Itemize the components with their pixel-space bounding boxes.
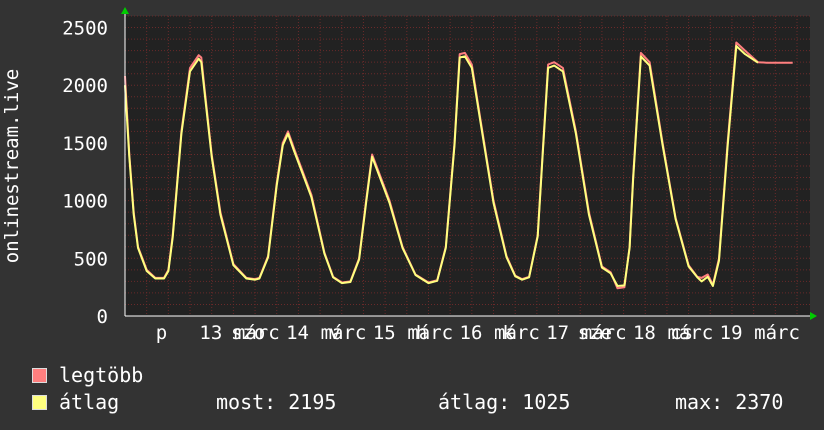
legend-label-max: legtöbb [59,363,144,387]
x-tick-label: 17 [546,322,569,344]
x-tick-label: v [329,322,340,344]
legend-swatch-max [32,367,47,383]
y-tick-label: 500 [74,248,108,270]
y-tick-label: 2500 [62,18,108,40]
x-tick-label: 19 [720,322,743,344]
x-tick-label: 13 [199,322,222,344]
x-tick-label: szo [231,322,265,344]
y-tick-label: 0 [97,306,108,328]
x-axis-arrow [810,312,817,320]
x-tick-label: p [156,322,167,344]
x-tick-label: márc [321,322,367,344]
stat-average: átlag: 1025 [438,390,571,414]
x-tick-label: h [416,322,427,344]
x-tick-label: sze [578,322,612,344]
y-tick-label: 1000 [62,191,108,213]
x-tick-label: 18 [633,322,656,344]
y-axis-label: onlinestream.live [1,69,23,263]
x-tick-label: márc [494,322,540,344]
x-tick-label: márc [407,322,453,344]
stat-max: max: 2370 [675,390,784,414]
x-axis-ticks: p 13 márcszo 14 márcv 15 márch 16 márck 17 márcsze… [156,322,800,344]
x-tick-label: k [503,322,515,344]
x-tick-label: 16 [460,322,483,344]
y-axis-ticks: 0 500 1000 1500 2000 2500 [62,18,108,328]
y-tick-label: 1500 [62,133,108,155]
legend-item-max: legtöbb [32,364,143,386]
legend-swatch-avg [32,394,47,410]
legend-label-avg: átlag [59,390,120,414]
x-tick-label: 14 [286,322,309,344]
y-tick-label: 2000 [62,75,108,97]
y-axis-arrow [121,7,129,14]
legend-item-avg: átlag [32,391,119,413]
x-tick-label: márc [754,322,800,344]
x-tick-label: 15 [373,322,396,344]
stat-now: most: 2195 [216,390,337,414]
x-tick-label: cs [670,322,693,344]
